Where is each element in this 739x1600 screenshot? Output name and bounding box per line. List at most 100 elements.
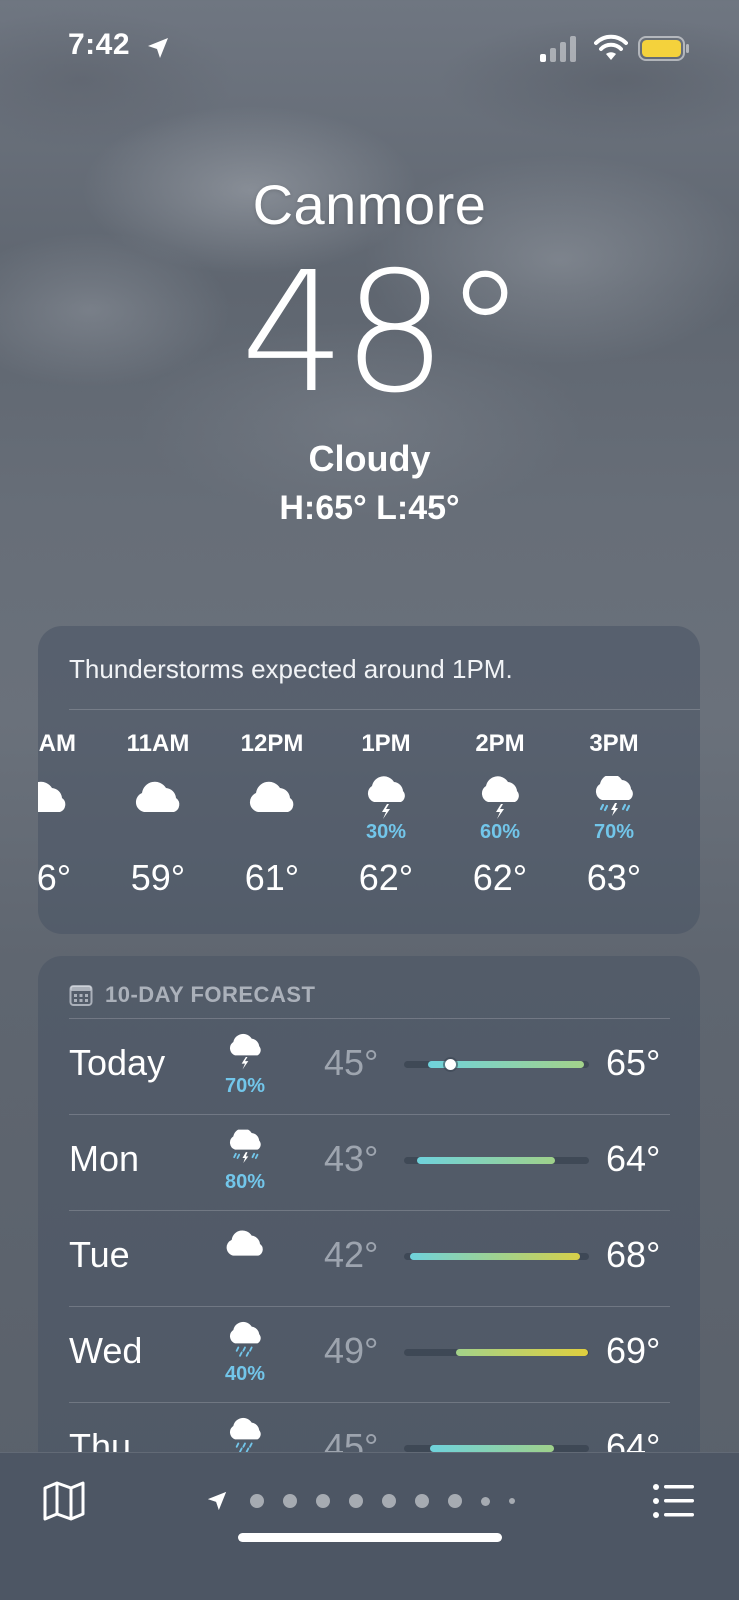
day-label: Mon bbox=[69, 1138, 140, 1179]
map-icon[interactable] bbox=[42, 1479, 86, 1523]
current-temp-dot bbox=[445, 1059, 456, 1070]
hourly-strip[interactable]: 10AM 56° 11AM 59° 12PM 61° 1PM 30% 62° 2… bbox=[38, 726, 700, 926]
day-high: 64° bbox=[606, 1138, 661, 1179]
hour-label: 10AM bbox=[38, 730, 77, 757]
day-condition: 80% bbox=[210, 1127, 280, 1193]
day-high: 65° bbox=[606, 1042, 661, 1083]
day-low: 45° bbox=[324, 1042, 379, 1083]
hour-item: 3PM 70% 63° bbox=[554, 726, 674, 898]
day-low: 49° bbox=[324, 1330, 379, 1371]
cloud-bolt-rain-icon bbox=[220, 1127, 270, 1169]
forecast-row-mon[interactable]: Mon 80% 43° 64° bbox=[38, 1115, 700, 1209]
hour-item: 10AM 56° bbox=[38, 726, 104, 898]
hour-precip: 70% bbox=[593, 821, 635, 843]
bottom-toolbar bbox=[0, 1452, 739, 1600]
temp-range-bar bbox=[456, 1349, 588, 1356]
status-time: 7:42 bbox=[68, 28, 131, 61]
cloud-icon bbox=[128, 776, 188, 820]
high-low-text: H:65° L:45° bbox=[279, 489, 460, 527]
forecast-title: 10-DAY FORECAST bbox=[105, 982, 316, 1007]
current-temperature: 48° bbox=[240, 237, 526, 430]
page-dot bbox=[315, 1494, 330, 1508]
hour-precip bbox=[38, 820, 104, 844]
page-dot bbox=[249, 1494, 264, 1508]
day-label: Tue bbox=[69, 1234, 130, 1275]
day-condition: 40% bbox=[210, 1319, 280, 1385]
page-dot bbox=[381, 1494, 396, 1508]
forecast-row-today[interactable]: Today 70% 45° 65° bbox=[38, 1019, 700, 1113]
cloud-icon bbox=[38, 776, 74, 820]
day-precip: 70% bbox=[224, 1075, 266, 1097]
day-condition bbox=[210, 1223, 280, 1267]
card-divider bbox=[69, 709, 700, 710]
hour-precip: 30% bbox=[365, 821, 407, 843]
page-dot bbox=[348, 1494, 363, 1508]
hour-temp: 62° bbox=[472, 857, 528, 898]
battery-icon bbox=[638, 36, 689, 61]
day-high: 69° bbox=[606, 1330, 661, 1371]
cloud-bolt-rain-icon bbox=[584, 776, 644, 820]
hour-temp: 63° bbox=[586, 857, 642, 898]
temp-range-bar bbox=[410, 1253, 580, 1260]
hour-item: 1PM 30% 62° bbox=[326, 726, 446, 898]
day-label: Today bbox=[69, 1042, 166, 1083]
wifi-icon bbox=[594, 34, 628, 60]
day-precip: 40% bbox=[224, 1363, 266, 1385]
list-icon[interactable] bbox=[652, 1481, 696, 1521]
hourly-forecast-card[interactable]: Thunderstorms expected around 1PM. 10AM … bbox=[38, 626, 700, 934]
day-condition: 70% bbox=[210, 1031, 280, 1097]
home-indicator[interactable] bbox=[238, 1533, 502, 1542]
page-dot bbox=[414, 1494, 429, 1508]
cloud-bolt-icon bbox=[470, 776, 530, 820]
cloud-rain-icon bbox=[220, 1415, 270, 1457]
hour-label: 12PM bbox=[240, 730, 304, 757]
page-indicator[interactable] bbox=[206, 1489, 524, 1513]
cloud-bolt-icon bbox=[220, 1031, 270, 1073]
day-label: Wed bbox=[69, 1330, 143, 1371]
page-dot bbox=[447, 1494, 462, 1508]
hour-item: 2PM 60% 62° bbox=[440, 726, 560, 898]
hour-precip bbox=[212, 820, 332, 844]
temp-range-bar bbox=[430, 1445, 554, 1452]
forecast-row-tue[interactable]: Tue 42° 68° bbox=[38, 1211, 700, 1305]
cloud-icon bbox=[220, 1223, 270, 1265]
hour-temp: 62° bbox=[358, 857, 414, 898]
temp-range-track bbox=[404, 1349, 589, 1356]
day-high: 68° bbox=[606, 1234, 661, 1275]
hour-label: 11AM bbox=[126, 730, 190, 757]
page-dot bbox=[480, 1496, 490, 1506]
hour-label: 2PM bbox=[475, 730, 525, 757]
location-arrow-icon bbox=[148, 38, 168, 58]
hour-precip: 60% bbox=[479, 821, 521, 843]
current-conditions: Canmore 48° Cloudy H:65° L:45° bbox=[0, 170, 739, 530]
hour-temp: 61° bbox=[244, 857, 300, 898]
cellular-signal-icon bbox=[540, 36, 576, 62]
forecast-row-wed[interactable]: Wed 40% 49° 69° bbox=[38, 1307, 700, 1401]
current-location-arrow-icon bbox=[207, 1491, 227, 1511]
weather-alert-summary: Thunderstorms expected around 1PM. bbox=[69, 654, 513, 684]
hour-item: 11AM 59° bbox=[98, 726, 218, 898]
day-precip: 80% bbox=[224, 1171, 266, 1193]
hour-temp: 59° bbox=[130, 857, 186, 898]
day-low: 43° bbox=[324, 1138, 379, 1179]
temp-range-bar bbox=[417, 1157, 555, 1164]
hour-label: 3PM bbox=[589, 730, 639, 757]
temp-range-track bbox=[404, 1157, 589, 1164]
cloud-icon bbox=[242, 776, 302, 820]
hour-precip bbox=[98, 820, 218, 844]
temp-range-track bbox=[404, 1059, 589, 1070]
condition-text: Cloudy bbox=[308, 438, 431, 479]
hour-temp: 56° bbox=[38, 857, 72, 898]
city-name: Canmore bbox=[252, 173, 487, 236]
day-low: 42° bbox=[324, 1234, 379, 1275]
cloud-bolt-icon bbox=[356, 776, 416, 820]
status-bar: 7:42 bbox=[0, 0, 739, 100]
hour-label: 1PM bbox=[361, 730, 411, 757]
cloud-rain-icon bbox=[220, 1319, 270, 1361]
hour-item: 12PM 61° bbox=[212, 726, 332, 898]
temp-range-track bbox=[404, 1445, 589, 1452]
calendar-icon bbox=[69, 985, 93, 1006]
page-dot bbox=[282, 1494, 297, 1508]
forecast-header: 10-DAY FORECAST bbox=[69, 978, 315, 1012]
temp-range-track bbox=[404, 1253, 589, 1260]
